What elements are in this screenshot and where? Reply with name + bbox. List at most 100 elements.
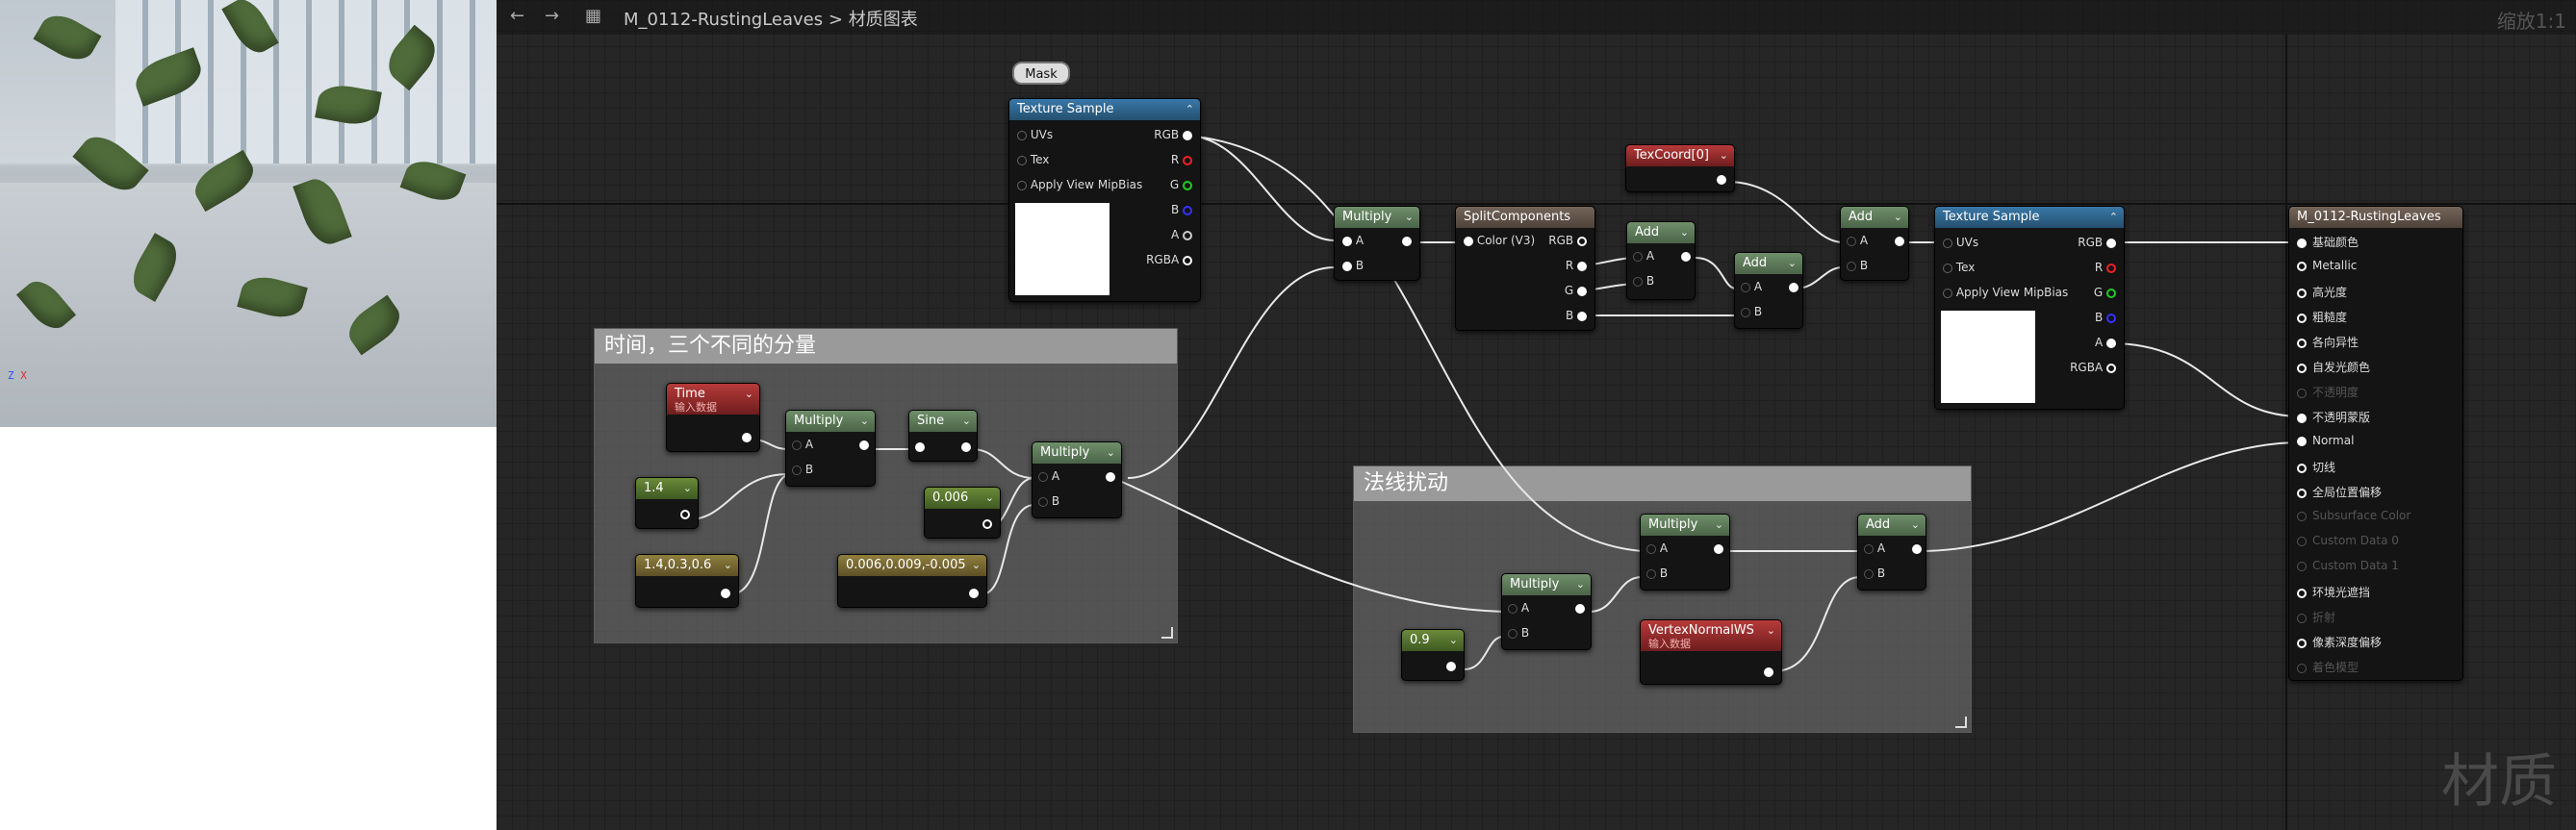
chevron-down-icon[interactable]: ⌄ [962,411,971,432]
pin-icon[interactable] [1577,286,1587,296]
texture-sample-node-1[interactable]: Texture Sample ⌃ UVs Tex Apply View MipBi… [1008,98,1201,302]
chevron-down-icon[interactable]: ⌄ [1788,253,1797,274]
node-header[interactable]: 1.4 ⌄ [636,478,698,499]
pin-icon[interactable] [969,588,979,598]
add-node-2[interactable]: Add ⌄ A B [1734,252,1803,329]
pin-icon[interactable] [1183,130,1192,140]
constant-node-1-4[interactable]: 1.4 ⌄ [635,477,699,529]
pin-icon[interactable] [2297,313,2307,323]
chevron-down-icon[interactable]: ⌄ [1894,207,1902,228]
pin-icon[interactable] [2297,413,2307,423]
comment-time-title[interactable]: 时间，三个不同的分量 [595,329,1177,364]
node-header[interactable]: VertexNormalWS 输入数据 ⌄ [1641,620,1781,651]
result-pin[interactable]: 各向异性 [2297,334,2359,350]
node-header[interactable]: Time 输入数据 ⌄ [667,384,759,415]
add-node-3[interactable]: Add ⌄ A B [1840,206,1909,281]
result-pin[interactable]: Normal [2297,434,2354,447]
pin-icon[interactable] [1017,130,1027,140]
pin-icon[interactable] [2106,263,2116,273]
result-pin[interactable]: 高光度 [2297,284,2347,300]
pin-icon[interactable] [1446,661,1456,671]
chevron-down-icon[interactable]: ⌄ [1107,442,1115,464]
pin-icon[interactable] [1575,603,1585,614]
pin-icon[interactable] [859,440,869,450]
result-pin[interactable]: 不透明度 [2297,384,2359,400]
pin-icon[interactable] [1764,667,1773,677]
pin-icon[interactable] [982,518,992,529]
pin-icon[interactable] [1943,238,1952,248]
pin-icon[interactable] [2297,511,2307,521]
comment-normal-title[interactable]: 法线扰动 [1354,466,1971,501]
pin-icon[interactable] [2106,363,2116,373]
result-pin[interactable]: 切线 [2297,459,2335,475]
texture-sample-node-2[interactable]: Texture Sample ⌃ UVs Tex Apply View MipBi… [1934,206,2125,410]
chevron-down-icon[interactable]: ⌄ [1405,207,1414,228]
chevron-down-icon[interactable]: ⌄ [985,488,994,509]
node-header[interactable]: Multiply ⌄ [1502,574,1591,595]
pin-icon[interactable] [915,441,925,452]
pin-icon[interactable] [2297,338,2307,348]
node-header[interactable]: Add ⌄ [1735,253,1802,274]
node-header[interactable]: 0.006,0.009,-0.005 ⌄ [838,555,986,576]
pin-icon[interactable] [1943,263,1952,273]
pin-icon[interactable] [1943,288,1952,298]
pin-icon[interactable] [792,440,802,450]
pin-icon[interactable] [2106,338,2116,348]
pin-icon[interactable] [1895,236,1904,246]
pin-icon[interactable] [1508,628,1518,639]
pin-icon[interactable] [1741,282,1750,292]
chevron-down-icon[interactable]: ⌄ [1680,222,1689,243]
resize-grip-icon[interactable] [1161,627,1173,639]
pin-icon[interactable] [1183,155,1192,165]
pin-icon[interactable] [2297,488,2307,498]
vertex-normal-ws-node[interactable]: VertexNormalWS 输入数据 ⌄ [1640,619,1782,685]
pin-icon[interactable] [1864,568,1874,579]
pin-icon[interactable] [2106,238,2116,248]
node-header[interactable]: Multiply ⌄ [1641,515,1729,536]
pin-icon[interactable] [1183,180,1192,190]
pin-icon[interactable] [1038,496,1048,507]
pin-icon[interactable] [2297,463,2307,473]
chevron-down-icon[interactable]: ⌄ [1715,515,1723,536]
chevron-down-icon[interactable]: ⌄ [683,478,692,499]
node-header[interactable]: Add ⌄ [1858,515,1926,536]
pin-icon[interactable] [1912,543,1922,554]
result-pin[interactable]: 折射 [2297,609,2335,625]
pin-icon[interactable] [792,465,802,475]
chevron-down-icon[interactable]: ⌄ [1720,145,1728,166]
pin-icon[interactable] [2297,388,2307,398]
result-pin[interactable]: 着色模型 [2297,659,2359,675]
result-pin[interactable]: Custom Data 1 [2297,559,2399,572]
pin-icon[interactable] [2297,588,2307,598]
comment-normal[interactable]: 法线扰动 [1353,465,1972,733]
chevron-down-icon[interactable]: ⌄ [745,384,753,405]
pin-icon[interactable] [1183,255,1192,265]
pin-icon[interactable] [680,509,690,519]
resize-grip-icon[interactable] [1955,717,1967,728]
pin-icon[interactable] [2297,638,2307,648]
pin-icon[interactable] [2297,261,2307,271]
node-header[interactable]: Add ⌄ [1627,222,1695,243]
result-pin[interactable]: 粗糙度 [2297,309,2347,325]
pin-icon[interactable] [1646,543,1656,554]
pin-icon[interactable] [2106,288,2116,298]
multiply-node-top[interactable]: Multiply ⌄ A B [1334,206,1420,281]
pin-icon[interactable] [1464,236,1473,246]
chevron-down-icon[interactable]: ⌄ [860,411,869,432]
back-icon[interactable]: ← [510,6,524,26]
pin-icon[interactable] [1633,276,1643,287]
chevron-down-icon[interactable]: ⌄ [724,555,732,576]
split-components-node[interactable]: SplitComponents Color (V3) RGB R G B [1455,206,1595,331]
chevron-down-icon[interactable]: ⌄ [1449,630,1458,651]
pin-icon[interactable] [1342,236,1352,246]
collapse-icon[interactable]: ⌃ [1186,99,1194,120]
pin-icon[interactable] [2297,536,2307,546]
pin-icon[interactable] [1714,543,1723,554]
pin-icon[interactable] [1183,205,1192,215]
pin-icon[interactable] [2297,613,2307,623]
node-header[interactable]: Add ⌄ [1841,207,1908,228]
chevron-down-icon[interactable]: ⌄ [972,555,981,576]
result-pin[interactable]: Subsurface Color [2297,509,2410,522]
node-header[interactable]: M_0112-RustingLeaves [2289,207,2462,228]
mask-badge[interactable]: Mask [1012,62,1070,85]
